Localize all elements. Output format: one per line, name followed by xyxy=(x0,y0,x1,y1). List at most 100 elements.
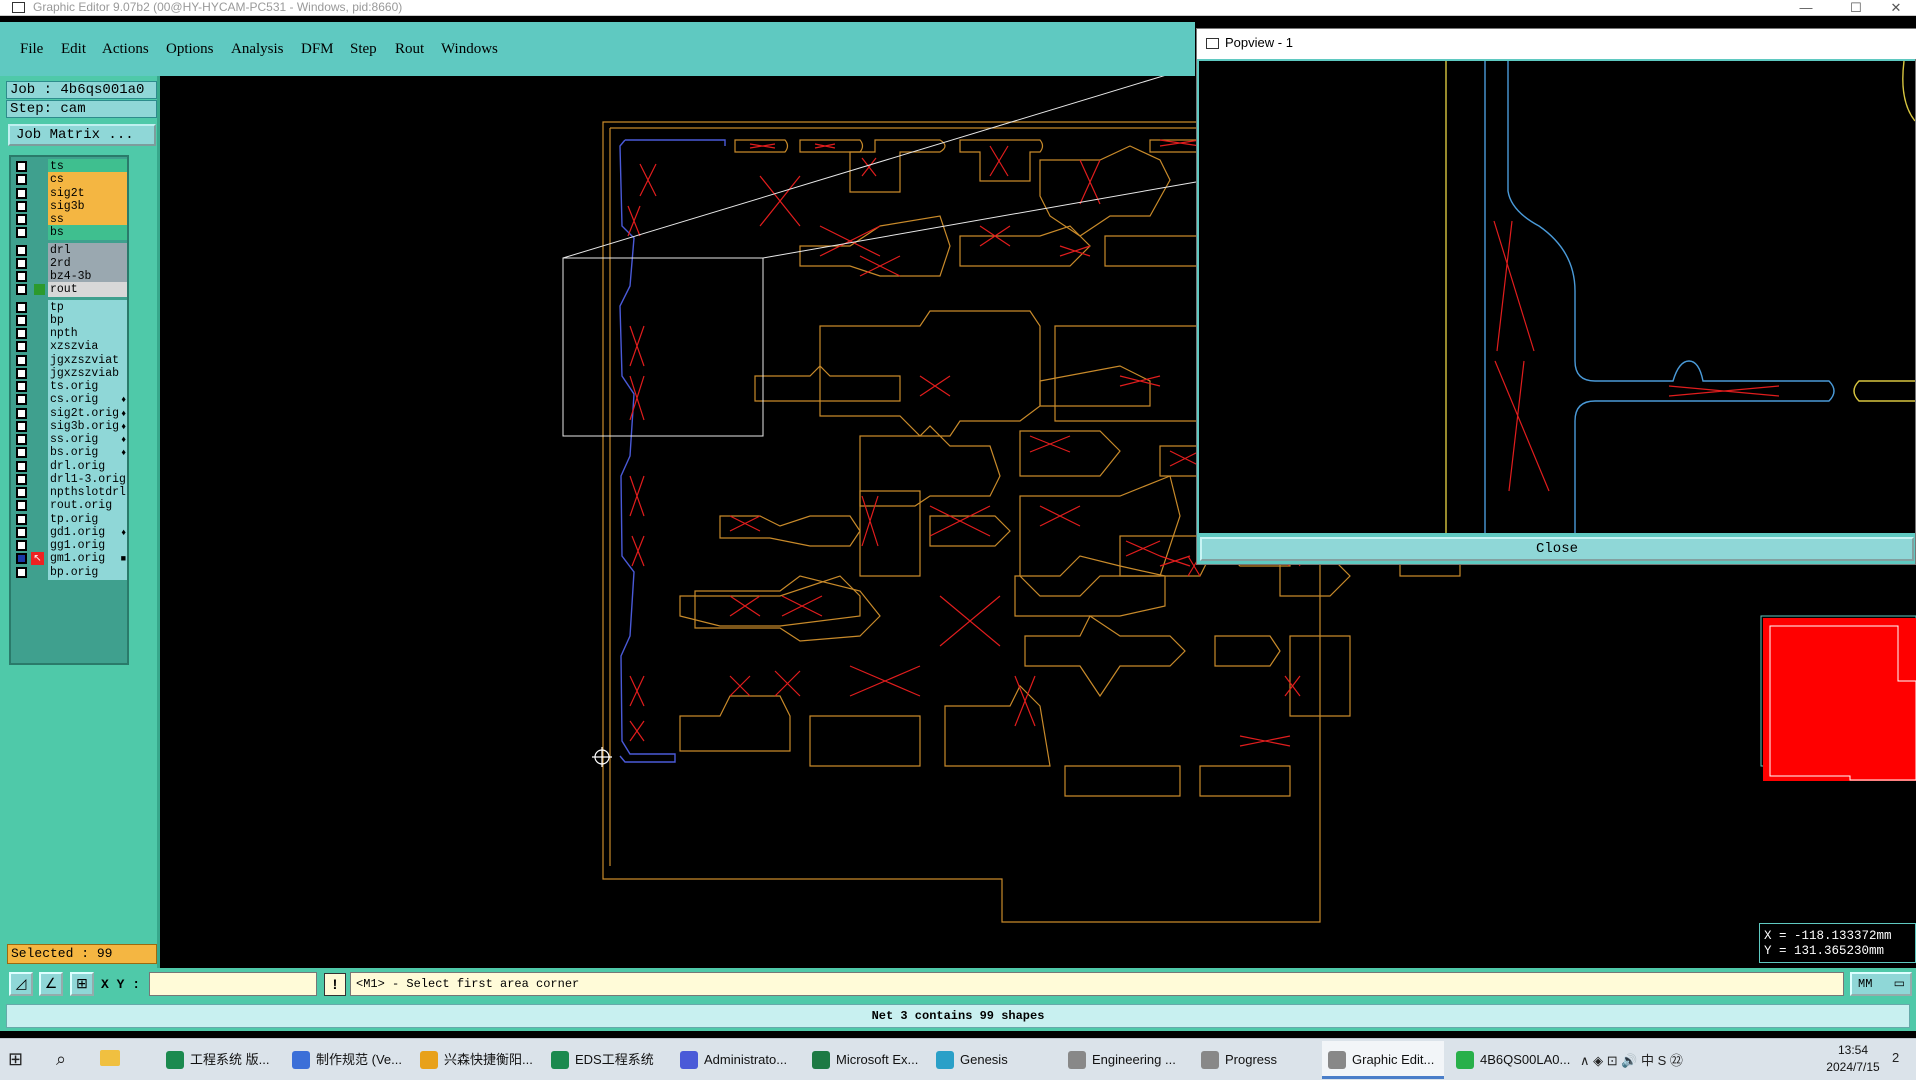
taskbar-item-label: EDS工程系统 xyxy=(575,1052,654,1067)
minimize-button[interactable]: — xyxy=(1786,0,1826,15)
popview-titlebar[interactable]: Popview - 1 xyxy=(1197,29,1916,59)
taskbar-item[interactable]: Genesis xyxy=(930,1041,1056,1079)
snap-center-icon[interactable]: ⊞ xyxy=(70,972,94,996)
windows-taskbar: ⊞ ⌕ 工程系统 版... 制作规范 (Ve... 兴森快捷衡阳... EDS工程系统… xyxy=(0,1038,1916,1080)
layer-name: rout xyxy=(48,282,127,298)
popview-canvas[interactable] xyxy=(1199,61,1915,533)
layer-checkbox[interactable] xyxy=(16,500,27,512)
snap-grid-icon[interactable]: ◿ xyxy=(9,972,33,996)
taskbar-item[interactable]: Microsoft Ex... xyxy=(806,1041,924,1079)
close-window-button[interactable]: ✕ xyxy=(1876,0,1916,15)
maximize-button[interactable]: ☐ xyxy=(1836,0,1876,15)
taskbar-item[interactable]: EDS工程系统 xyxy=(545,1041,669,1079)
taskbar-item[interactable]: 兴森快捷衡阳... xyxy=(414,1041,540,1079)
menu-rout[interactable]: Rout xyxy=(395,41,424,58)
layer-checkbox[interactable] xyxy=(16,328,27,339)
app-icon xyxy=(551,1051,569,1069)
menu-step[interactable]: Step xyxy=(350,41,377,58)
popview-background xyxy=(1199,61,1915,533)
layer-list: ts cs sig2t sig3b ss bs drl 2rd bz4-3b rout tp bp np… xyxy=(9,155,129,665)
exclamation-button[interactable]: ! xyxy=(324,973,346,996)
menu-bar: File Edit Actions Options Analysis DFM S… xyxy=(0,22,1195,76)
layer-checkbox[interactable] xyxy=(16,341,27,353)
system-tray[interactable]: ∧ ◈ ⊡ 🔊 中 S ㉒ xyxy=(1580,1050,1683,1069)
layer-checkbox[interactable] xyxy=(16,526,27,538)
taskbar-item[interactable]: Progress xyxy=(1195,1041,1315,1079)
job-matrix-button[interactable]: Job Matrix ... xyxy=(8,124,156,146)
layer-row-rout[interactable]: rout xyxy=(13,282,127,298)
menu-edit[interactable]: Edit xyxy=(61,41,86,58)
taskbar-item-label: Genesis xyxy=(960,1052,1008,1067)
app-icon xyxy=(1456,1051,1474,1069)
file-explorer-icon[interactable] xyxy=(100,1050,120,1066)
menu-analysis[interactable]: Analysis xyxy=(231,41,284,58)
layer-checkbox[interactable] xyxy=(16,257,27,269)
layer-checkbox[interactable] xyxy=(16,381,27,392)
layer-checkbox[interactable] xyxy=(16,174,27,186)
layer-checkbox[interactable] xyxy=(16,354,27,366)
popview-close-button[interactable]: Close xyxy=(1200,537,1914,561)
unit-selector[interactable]: MM ▭ xyxy=(1850,972,1912,996)
layer-checkbox[interactable] xyxy=(16,420,27,432)
taskbar-item[interactable]: Engineering ... xyxy=(1062,1041,1188,1079)
popview-app-icon xyxy=(1206,38,1219,49)
clock-date: 2024/7/15 xyxy=(1826,1060,1880,1074)
snap-angle-icon[interactable]: ∠ xyxy=(39,972,63,996)
layer-checkbox[interactable] xyxy=(16,161,27,172)
layer-checkbox[interactable] xyxy=(16,314,27,326)
layer-checkbox[interactable] xyxy=(16,301,27,313)
coord-y: Y = 131.365230mm xyxy=(1764,944,1885,958)
layer-checkbox[interactable] xyxy=(16,513,27,525)
layer-row-bs[interactable]: bs xyxy=(13,225,127,241)
taskbar-item[interactable]: 制作规范 (Ve... xyxy=(286,1041,408,1079)
app-icon xyxy=(1201,1051,1219,1069)
layer-checkbox[interactable] xyxy=(16,540,27,551)
layer-checkbox[interactable] xyxy=(16,271,27,282)
layer-checkbox[interactable] xyxy=(16,460,27,472)
layer-checkbox[interactable] xyxy=(16,434,27,445)
xy-label: X Y : xyxy=(101,977,141,992)
menu-windows[interactable]: Windows xyxy=(441,41,498,58)
layer-checkbox[interactable] xyxy=(16,553,27,565)
search-icon[interactable]: ⌕ xyxy=(56,1048,66,1070)
step-label: Step: cam xyxy=(6,100,157,118)
layer-checkbox[interactable] xyxy=(16,227,27,239)
layer-checkbox[interactable] xyxy=(16,200,27,212)
layer-checkbox[interactable] xyxy=(16,367,27,379)
taskbar-item-label: Progress xyxy=(1225,1052,1278,1067)
taskbar-item[interactable]: 4B6QS00LA0... xyxy=(1450,1041,1576,1079)
job-label: Job : 4b6qs001a0 xyxy=(6,81,157,99)
work-layer-pointer-icon: ↖ xyxy=(31,552,44,566)
taskbar-item[interactable]: Administrato... xyxy=(674,1041,800,1079)
command-prompt: <M1> - Select first area corner xyxy=(350,972,1844,996)
layer-panel: Job : 4b6qs001a0 Step: cam Job Matrix ..… xyxy=(0,76,160,968)
window-titlebar: Graphic Editor 9.07b2 (00@HY-HYCAM-PC531… xyxy=(0,0,1916,16)
layer-checkbox[interactable] xyxy=(16,394,27,406)
menu-dfm[interactable]: DFM xyxy=(301,41,334,58)
layer-checkbox[interactable] xyxy=(16,487,27,498)
active-layer-indicator xyxy=(34,284,45,296)
layer-checkbox[interactable] xyxy=(16,187,27,199)
xy-input[interactable] xyxy=(149,972,317,996)
notification-count[interactable]: 2 xyxy=(1892,1050,1899,1065)
layer-checkbox[interactable] xyxy=(16,244,27,256)
taskbar-item-label: 制作规范 (Ve... xyxy=(316,1052,402,1067)
unit-label: MM xyxy=(1858,977,1873,991)
start-button[interactable]: ⊞ xyxy=(8,1048,30,1070)
layer-checkbox[interactable] xyxy=(16,407,27,419)
layer-checkbox[interactable] xyxy=(16,214,27,225)
layer-row-bp-orig[interactable]: bp.orig xyxy=(13,564,127,580)
menu-file[interactable]: File xyxy=(20,41,43,58)
layer-checkbox[interactable] xyxy=(16,566,27,578)
dropdown-icon: ▭ xyxy=(1893,977,1905,991)
window-title: Graphic Editor 9.07b2 (00@HY-HYCAM-PC531… xyxy=(33,0,403,14)
layer-checkbox[interactable] xyxy=(16,447,27,459)
taskbar-item[interactable]: 工程系统 版... xyxy=(160,1041,280,1079)
taskbar-item[interactable]: Graphic Edit... xyxy=(1322,1041,1444,1079)
menu-options[interactable]: Options xyxy=(166,41,214,58)
layer-checkbox[interactable] xyxy=(16,473,27,485)
app-icon xyxy=(12,2,25,13)
menu-actions[interactable]: Actions xyxy=(102,41,149,58)
clock[interactable]: 13:54 2024/7/15 xyxy=(1818,1042,1888,1076)
layer-checkbox[interactable] xyxy=(16,284,27,296)
